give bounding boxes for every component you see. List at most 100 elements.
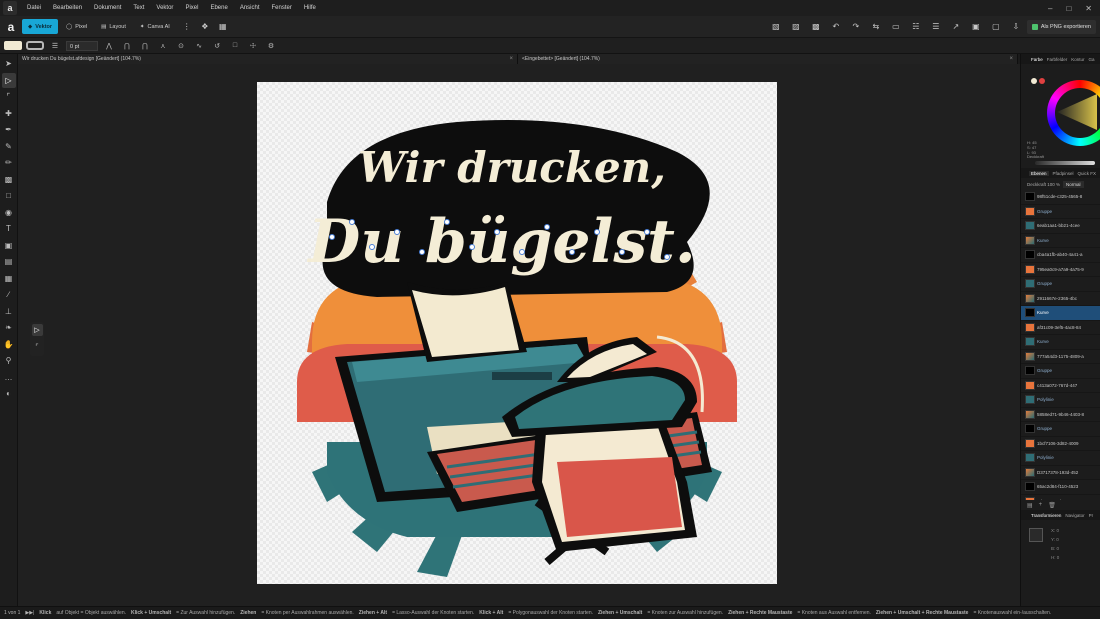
menu-item-ebene[interactable]: Ebene <box>204 5 233 11</box>
persona-pixel[interactable]: ◯ Pixel <box>60 19 93 34</box>
tab-pfadpinsel[interactable]: Pfadpinsel <box>1053 171 1074 176</box>
layer-row[interactable]: 777a54d3-1175-4809-a <box>1021 350 1100 364</box>
blend-mode-select[interactable]: Normal <box>1063 180 1084 188</box>
x-field[interactable]: X: 0 <box>1051 526 1059 535</box>
persona-canva-ai[interactable]: ✦ Canva AI <box>134 19 176 34</box>
fill-tool-icon[interactable]: ▩ <box>2 172 16 187</box>
stroke-swatch[interactable] <box>26 41 44 50</box>
layer-row[interactable]: af31c09-3ef5-4ac8-84 <box>1021 321 1100 335</box>
layer-opacity[interactable]: Deckkraft 100 % <box>1027 182 1060 187</box>
flip-icon[interactable]: ⇆ <box>870 21 882 33</box>
layer-row[interactable]: 5858ed71-9b46-4403-8 <box>1021 408 1100 422</box>
tab-farbe[interactable]: Farbe <box>1031 57 1043 62</box>
close-tab-icon[interactable]: × <box>509 54 513 64</box>
tab-transformieren[interactable]: Transformieren <box>1031 513 1061 518</box>
tab-pr[interactable]: Pr <box>1089 513 1094 518</box>
assets-icon[interactable]: ❖ <box>199 21 211 33</box>
tab-ga[interactable]: Ga <box>1089 57 1095 62</box>
view-mode-icon[interactable]: ▣ <box>970 21 982 33</box>
boolean-add-icon[interactable]: ▧ <box>770 21 782 33</box>
layer-row[interactable]: Kurve <box>1021 306 1100 321</box>
menu-item-bearbeiten[interactable]: Bearbeiten <box>47 5 88 11</box>
maximize-icon[interactable]: □ <box>1066 4 1071 13</box>
stroke-color-swatch[interactable] <box>1039 78 1045 84</box>
export-persona-icon[interactable]: ↗ <box>950 21 962 33</box>
text-tool-icon[interactable]: T <box>2 221 16 236</box>
arrange-icon[interactable]: ▭ <box>890 21 902 33</box>
node-tool-icon[interactable]: ▷ <box>31 324 43 336</box>
menu-item-text[interactable]: Text <box>127 5 150 11</box>
menu-item-fenster[interactable]: Fenster <box>266 5 298 11</box>
page-nav-icon[interactable]: ▶▶| <box>25 610 34 616</box>
fill-stroke-swatches[interactable] <box>1031 78 1045 84</box>
sharp-node-icon[interactable]: ⋀ <box>102 42 116 50</box>
crop-tool-icon[interactable]: ▣ <box>2 238 16 253</box>
layer-row[interactable]: c413a072-767d-447 <box>1021 379 1100 393</box>
shape-tool-icon[interactable]: ◉ <box>2 205 16 220</box>
smooth-curve-icon[interactable]: ∿ <box>192 42 206 50</box>
node-tool-icon[interactable]: ▷ <box>1 72 16 88</box>
stroke-width-field[interactable]: 0 pt <box>66 40 98 51</box>
fill-color-swatch[interactable] <box>1031 78 1037 84</box>
layer-row[interactable]: Gruppe <box>1021 422 1100 437</box>
page-indicator[interactable]: 1 von 1 <box>4 610 20 616</box>
snapping-icon[interactable]: ☵ <box>910 21 922 33</box>
layer-row[interactable]: D3717378-193d-452 <box>1021 466 1100 480</box>
add-layer-icon[interactable]: + <box>1039 502 1043 508</box>
close-curve-icon[interactable]: ⊙ <box>174 42 188 50</box>
tab-main-document[interactable]: Wir drucken Du bügelst.afdesign [Geänder… <box>18 54 518 64</box>
quick-export-icon[interactable]: ⇩ <box>1010 21 1022 33</box>
more-icon[interactable]: ⋮ <box>181 21 193 33</box>
layer-row[interactable]: Gruppe <box>1021 205 1100 219</box>
layer-row[interactable]: Kurve <box>1021 335 1100 350</box>
layer-row[interactable]: Gruppe <box>1021 364 1100 379</box>
tab-quick-fx[interactable]: Quick FX <box>1078 171 1097 176</box>
layer-row[interactable]: 2911667e-2365-4bc <box>1021 292 1100 306</box>
view-tool-icon[interactable]: ✋ <box>2 337 16 352</box>
tab-navigator[interactable]: Navigator <box>1065 513 1084 518</box>
menu-item-hilfe[interactable]: Hilfe <box>298 5 322 11</box>
boolean-intersect-icon[interactable]: ▩ <box>810 21 822 33</box>
export-png-button[interactable]: Als PNG exportieren <box>1026 19 1096 34</box>
stroke-style-icon[interactable]: ☰ <box>48 42 62 50</box>
menu-item-dokument[interactable]: Dokument <box>88 5 127 11</box>
y-field[interactable]: Y: 0 <box>1051 535 1059 544</box>
delete-layer-icon[interactable]: 🗑 <box>1048 502 1056 509</box>
tab-embedded-document[interactable]: <Eingebettet> [Geändert] (104.7%) × <box>518 54 1018 64</box>
image-tool-icon[interactable]: ▤ <box>2 254 16 269</box>
canvas-area[interactable]: Wir drucken, Du bügelst. <box>18 64 1020 606</box>
opacity-slider[interactable] <box>1035 161 1095 165</box>
tab-farbfelder[interactable]: Farbfelder <box>1047 57 1068 62</box>
pen-tool-icon[interactable]: ✒ <box>2 122 16 137</box>
fill-swatch[interactable] <box>4 41 22 50</box>
menu-item-vektor[interactable]: Vektor <box>150 5 179 11</box>
move-tool-icon[interactable]: ➤ <box>2 56 16 71</box>
rectangle-tool-icon[interactable]: □ <box>2 188 16 203</box>
width-field[interactable]: B: 0 <box>1051 544 1059 553</box>
layer-row[interactable]: 795ea0c9-a7a9-4a75-9 <box>1021 263 1100 277</box>
pencil-tool-icon[interactable]: ✎ <box>2 139 16 154</box>
layer-row[interactable]: Gruppe <box>1021 277 1100 292</box>
settings-icon[interactable]: ⚙ <box>264 42 278 50</box>
layer-row[interactable]: 1bcf7106-3d82-4009 <box>1021 437 1100 451</box>
close-icon[interactable]: ✕ <box>1085 4 1092 13</box>
anchor-selector[interactable] <box>1029 528 1043 542</box>
point-transform-tool-icon[interactable]: ✚ <box>2 106 16 121</box>
zoom-tool-icon[interactable]: ⚲ <box>2 353 16 368</box>
layer-row[interactable]: Kurve <box>1021 234 1100 248</box>
layer-row[interactable]: Polylinie <box>1021 393 1100 408</box>
break-curve-icon[interactable]: ⋏ <box>156 42 170 50</box>
tab-ebenen[interactable]: Ebenen <box>1029 170 1049 176</box>
transform-mode-icon[interactable]: □ <box>228 42 242 49</box>
undo-icon[interactable]: ↶ <box>830 21 842 33</box>
corner-tool-icon[interactable]: ⌜ <box>2 89 16 104</box>
corner-tool-icon[interactable]: ⌜ <box>32 341 43 353</box>
menu-item-pixel[interactable]: Pixel <box>179 5 204 11</box>
menu-item-datei[interactable]: Datei <box>21 5 47 11</box>
smooth-node-icon[interactable]: ⋂ <box>120 42 134 50</box>
layer-row[interactable]: cba4a1fb-ab40-4a41-a <box>1021 248 1100 263</box>
artboard[interactable]: Wir drucken, Du bügelst. <box>257 82 777 584</box>
minimize-icon[interactable]: – <box>1048 4 1052 13</box>
persona-vektor[interactable]: ◆ Vektor <box>22 19 59 34</box>
close-tab-icon[interactable]: × <box>1009 54 1013 64</box>
